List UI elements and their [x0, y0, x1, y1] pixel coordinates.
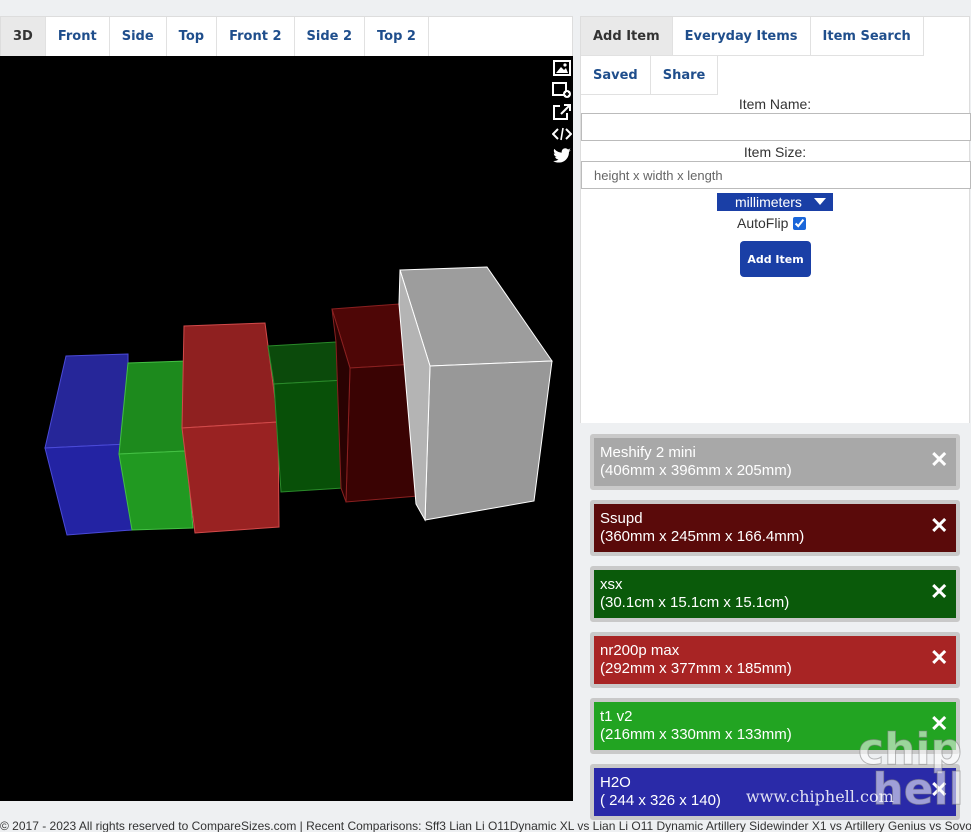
item-card-ssupd[interactable]: Ssupd (360mm x 245mm x 166.4mm) ✕ [590, 500, 960, 556]
item-size: (292mm x 377mm x 185mm) [600, 660, 792, 677]
item-size: (216mm x 330mm x 133mm) [600, 726, 792, 743]
tab-top[interactable]: Top [167, 17, 218, 57]
3d-scene [44, 266, 553, 536]
item-size: (360mm x 245mm x 166.4mm) [600, 528, 805, 545]
viewport-toolbar [551, 58, 573, 166]
box-h2o [44, 353, 133, 536]
close-icon[interactable]: ✕ [930, 449, 948, 471]
box-meshify-2-mini [398, 266, 553, 522]
autoflip-checkbox[interactable] [793, 216, 807, 230]
tab-share[interactable]: Share [650, 56, 719, 95]
item-card-nr200p-max[interactable]: nr200p max (292mm x 377mm x 185mm) ✕ [590, 632, 960, 688]
close-icon[interactable]: ✕ [930, 581, 948, 603]
share-out-icon[interactable] [552, 102, 572, 122]
item-card-t1-v2[interactable]: t1 v2 (216mm x 330mm x 133mm) ✕ [590, 698, 960, 754]
tab-item-search[interactable]: Item Search [810, 17, 924, 56]
tab-side-2[interactable]: Side 2 [295, 17, 366, 57]
tab-side[interactable]: Side [110, 17, 167, 57]
image-icon[interactable] [552, 58, 572, 78]
item-name: xsx [600, 576, 623, 593]
tab-front-2[interactable]: Front 2 [217, 17, 295, 57]
item-name: t1 v2 [600, 708, 633, 725]
tab-3d[interactable]: 3D [1, 17, 46, 57]
3d-viewport[interactable] [0, 56, 573, 801]
unit-select[interactable]: millimeters [717, 193, 833, 211]
item-size-input[interactable] [581, 161, 971, 189]
item-card-meshify-2-mini[interactable]: Meshify 2 mini (406mm x 396mm x 205mm) ✕ [590, 434, 960, 490]
item-size: (30.1cm x 15.1cm x 15.1cm) [600, 594, 790, 611]
item-name: Ssupd [600, 510, 643, 527]
box-xsx [267, 341, 347, 493]
add-item-panel: Item Name: Item Size: millimeters AutoFl… [580, 95, 971, 423]
close-icon[interactable]: ✕ [930, 713, 948, 735]
autoflip-label: AutoFlip [737, 215, 789, 231]
add-item-button[interactable]: Add Item [740, 241, 811, 277]
autoflip-option[interactable]: AutoFlip [737, 215, 807, 231]
tab-everyday-items[interactable]: Everyday Items [672, 17, 811, 56]
box-nr200p-max [181, 322, 280, 534]
item-list: Meshify 2 mini (406mm x 396mm x 205mm) ✕… [590, 434, 960, 830]
footer: © 2017 - 2023 All rights reserved to Com… [0, 820, 971, 832]
right-tab-bar: Add Item Everyday Items Item Search Save… [580, 16, 970, 95]
item-card-h2o[interactable]: H2O ( 244 x 326 x 140) ✕ [590, 764, 960, 820]
code-icon[interactable] [552, 124, 572, 144]
item-name-label: Item Name: [738, 96, 812, 112]
tab-top-2[interactable]: Top 2 [365, 17, 429, 57]
close-icon[interactable]: ✕ [930, 647, 948, 669]
item-name: nr200p max [600, 642, 680, 659]
item-size: (406mm x 396mm x 205mm) [600, 462, 792, 479]
item-name-input[interactable] [581, 113, 971, 141]
chevron-down-icon [814, 198, 826, 205]
unit-select-value: millimeters [735, 194, 802, 210]
item-card-xsx[interactable]: xsx (30.1cm x 15.1cm x 15.1cm) ✕ [590, 566, 960, 622]
twitter-icon[interactable] [552, 146, 572, 166]
add-window-icon[interactable] [552, 80, 572, 100]
item-size-label: Item Size: [743, 144, 807, 160]
item-size: ( 244 x 326 x 140) [600, 792, 721, 809]
tab-saved[interactable]: Saved [581, 56, 651, 95]
item-name: Meshify 2 mini [600, 444, 696, 461]
view-tab-bar: 3D Front Side Top Front 2 Side 2 Top 2 [0, 16, 573, 57]
close-icon[interactable]: ✕ [930, 515, 948, 537]
box-t1-v2 [118, 360, 194, 531]
tab-front[interactable]: Front [46, 17, 110, 57]
tab-add-item[interactable]: Add Item [581, 17, 673, 56]
close-icon[interactable]: ✕ [930, 779, 948, 801]
item-name: H2O [600, 774, 631, 791]
